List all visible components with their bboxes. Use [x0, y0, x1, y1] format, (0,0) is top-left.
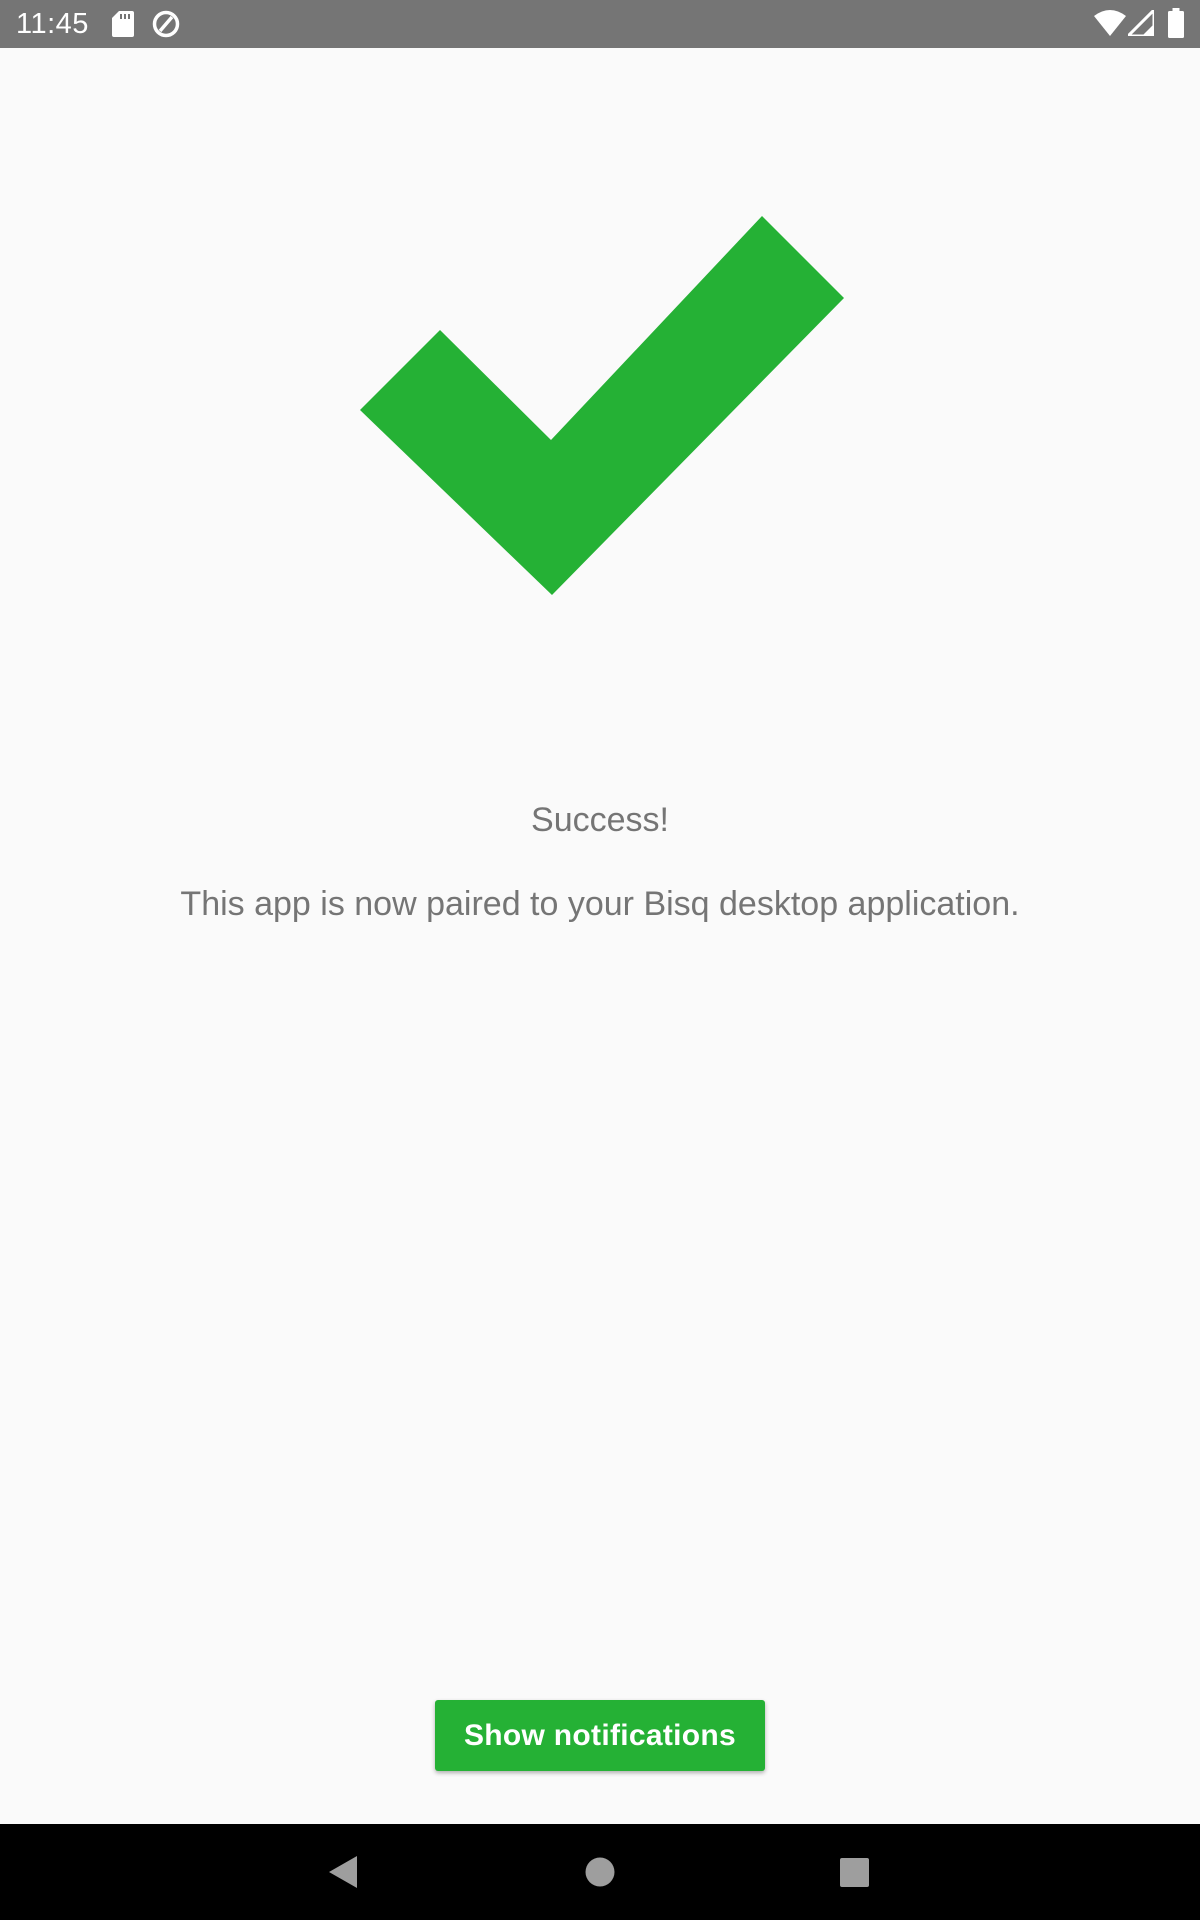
- cell-signal-icon: [1128, 10, 1154, 36]
- success-title: Success!: [531, 801, 669, 839]
- sd-card-icon: [112, 11, 134, 37]
- navigation-bar: [0, 1824, 1200, 1920]
- wifi-icon: [1094, 10, 1126, 36]
- show-notifications-button[interactable]: Show notifications: [435, 1700, 765, 1771]
- pairing-message: This app is now paired to your Bisq desk…: [180, 885, 1020, 923]
- recents-icon[interactable]: [823, 1844, 887, 1900]
- battery-icon: [1168, 8, 1184, 38]
- status-bar: 11:45: [0, 0, 1200, 48]
- checkmark-icon: [360, 216, 844, 595]
- status-time: 11:45: [16, 8, 89, 40]
- checkmark-shape: [360, 216, 844, 595]
- home-icon[interactable]: [568, 1844, 632, 1900]
- back-icon[interactable]: [311, 1844, 375, 1900]
- data-saver-icon: [152, 10, 180, 38]
